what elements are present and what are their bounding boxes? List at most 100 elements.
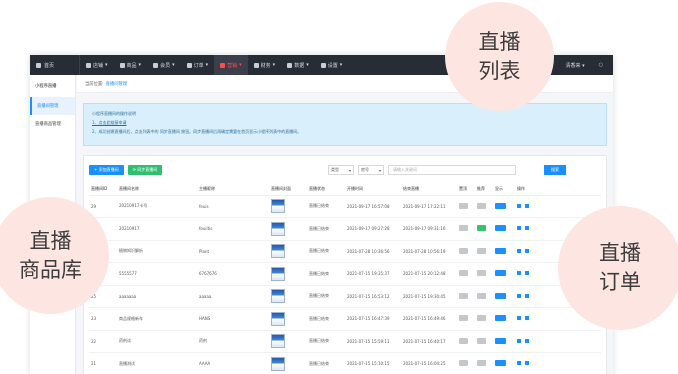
recommend-toggle[interactable] (477, 315, 486, 322)
delete-icon[interactable] (525, 271, 529, 276)
delete-icon[interactable] (525, 248, 529, 253)
cell-anchor: 6767676 (197, 262, 269, 286)
main-content: 当前位置: 直播间管理 小程序直播间的操作说明 1、点击此链接申请 2、成功创建… (77, 75, 613, 374)
delete-icon[interactable] (525, 226, 529, 231)
chevron-down-icon: ▾ (378, 167, 381, 173)
edit-icon[interactable] (517, 226, 521, 231)
add-live-room-button[interactable]: + 添加直播间 (89, 165, 124, 175)
cover-thumbnail[interactable] (271, 244, 285, 259)
edit-icon[interactable] (517, 338, 521, 343)
pin-toggle[interactable] (459, 337, 468, 344)
delete-icon[interactable] (525, 338, 529, 343)
cover-thumbnail[interactable] (271, 356, 285, 371)
show-toggle[interactable] (495, 292, 506, 299)
edit-icon[interactable] (517, 271, 521, 276)
search-input[interactable]: 请输入关键词 (388, 165, 516, 175)
edit-icon[interactable] (517, 203, 521, 208)
cell-end: 2021-07-15 16:04:25 (401, 352, 457, 374)
col-header: 操作 (515, 183, 601, 196)
cell-anchor: feuis (197, 195, 269, 218)
table-row: 22 药剂试 药剂 直播已结束 2021-07-15 15:59:11 2021-07-1… (89, 330, 601, 353)
cell-end: 2021-09-17 09:31:16 (401, 217, 457, 241)
cover-thumbnail[interactable] (271, 311, 285, 326)
notice-link[interactable]: 1、点击此链接申请 (92, 118, 598, 127)
delete-icon[interactable] (525, 361, 529, 366)
live-room-panel: + 添加直播间 ⟳ 同步直播间 类型 ▾ 房号 ▾ 请输入关键词 搜索 直播间ID … (83, 155, 607, 374)
recommend-toggle[interactable] (477, 337, 486, 344)
cell-anchor: aaaaa (197, 285, 269, 308)
recommend-toggle[interactable] (477, 202, 486, 209)
delete-icon[interactable] (525, 293, 529, 298)
recommend-toggle[interactable] (477, 270, 486, 277)
recommend-toggle[interactable] (477, 225, 486, 232)
show-toggle[interactable] (495, 315, 506, 322)
cell-show (493, 240, 515, 263)
recommend-toggle[interactable] (477, 360, 486, 367)
pin-toggle[interactable] (459, 315, 468, 322)
cell-end: 2021-09-17 17:22:11 (401, 195, 457, 218)
col-header: 置顶 (457, 183, 475, 196)
show-toggle[interactable] (495, 337, 506, 344)
cell-anchor: AAAA (197, 352, 269, 374)
cell-pin (457, 352, 475, 374)
type-select[interactable]: 类型 ▾ (328, 165, 354, 175)
cell-status: 直播已结束 (307, 352, 345, 374)
delete-icon[interactable] (525, 316, 529, 321)
nav-settings[interactable]: 设置 ▾ (315, 55, 349, 75)
nav-shop[interactable]: 店铺 ▾ (80, 55, 114, 75)
field-select[interactable]: 房号 ▾ (358, 165, 384, 175)
pin-toggle[interactable] (459, 270, 468, 277)
show-toggle[interactable] (495, 225, 506, 232)
table-row: 29 20210917卡号 feuis 直播已结束 2021-09-17 16:57:0… (89, 195, 601, 218)
nav-goods[interactable]: 商品 ▾ (114, 55, 148, 75)
pin-toggle[interactable] (459, 202, 468, 209)
user-menu[interactable]: 清香来 ▾ (566, 62, 585, 69)
topbar-right: 清香来 ▾ ○ (566, 62, 614, 69)
cell-name: 植物知识解析 (117, 240, 197, 263)
show-toggle[interactable] (495, 360, 506, 367)
col-header: 直播状态 (307, 183, 345, 196)
edit-icon[interactable] (517, 316, 521, 321)
cell-pin (457, 307, 475, 331)
sync-live-room-button[interactable]: ⟳ 同步直播间 (127, 165, 163, 175)
delete-icon[interactable] (525, 203, 529, 208)
cell-start: 2021-09-17 09:27:28 (345, 217, 401, 241)
pin-toggle[interactable] (459, 247, 468, 254)
show-toggle[interactable] (495, 270, 506, 277)
recommend-toggle[interactable] (477, 292, 486, 299)
cell-rec (475, 240, 493, 263)
table-row: 21 直播测试 AAAA 直播已结束 2021-07-15 15:10:15 2021-0… (89, 352, 601, 374)
goods-icon (119, 62, 125, 68)
cover-thumbnail[interactable] (271, 289, 285, 304)
cover-thumbnail[interactable] (271, 199, 285, 214)
show-toggle[interactable] (495, 202, 506, 209)
edit-icon[interactable] (517, 248, 521, 253)
cover-thumbnail[interactable] (271, 266, 285, 281)
pin-toggle[interactable] (459, 292, 468, 299)
nav-finance[interactable]: 财务 ▾ (248, 55, 282, 75)
nav-data[interactable]: 数据 ▾ (281, 55, 315, 75)
cell-start: 2021-07-15 16:47:39 (345, 307, 401, 331)
order-icon (186, 62, 192, 68)
sidebar-item-live-rooms[interactable]: 直播间管理 (30, 97, 75, 115)
breadcrumb-current[interactable]: 直播间管理 (106, 81, 127, 87)
pin-toggle[interactable] (459, 360, 468, 367)
edit-icon[interactable] (517, 293, 521, 298)
show-toggle[interactable] (495, 247, 506, 254)
cover-thumbnail[interactable] (271, 221, 285, 236)
nav-member[interactable]: 会员 ▾ (147, 55, 181, 75)
sidebar-item-live-goods[interactable]: 直播商品管理 (30, 115, 75, 133)
cell-pin (457, 240, 475, 263)
cover-thumbnail[interactable] (271, 334, 285, 349)
search-button[interactable]: 搜索 (544, 165, 566, 175)
nav-home[interactable]: 首页 (30, 55, 80, 75)
nav-marketing[interactable]: 营销 ▾ (214, 55, 248, 75)
col-header: 主播昵称 (197, 183, 269, 196)
power-icon[interactable]: ○ (599, 62, 603, 68)
pin-toggle[interactable] (459, 225, 468, 232)
recommend-toggle[interactable] (477, 247, 486, 254)
bubble-line: 商品库 (19, 257, 82, 282)
cell-rec (475, 217, 493, 241)
nav-order[interactable]: 订单 ▾ (181, 55, 215, 75)
edit-icon[interactable] (517, 361, 521, 366)
